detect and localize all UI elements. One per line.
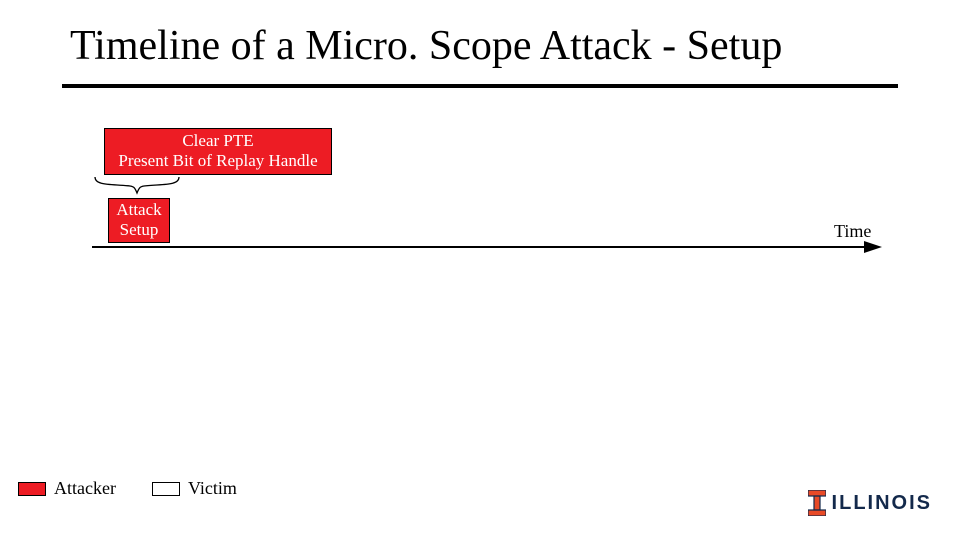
illinois-wordmark: ILLINOIS bbox=[832, 492, 932, 515]
slide-title: Timeline of a Micro. Scope Attack - Setu… bbox=[70, 22, 782, 70]
legend: Attacker Victim bbox=[18, 478, 237, 499]
legend-attacker-label: Attacker bbox=[54, 478, 116, 499]
phase-line1: Attack bbox=[111, 200, 167, 220]
phase-line2: Setup bbox=[111, 220, 167, 240]
timeline-axis bbox=[92, 239, 882, 255]
phase-attack-setup: Attack Setup bbox=[108, 198, 170, 243]
legend-victim-swatch bbox=[152, 482, 180, 496]
callout-line1: Clear PTE bbox=[109, 131, 327, 151]
callout-line2: Present Bit of Replay Handle bbox=[109, 151, 327, 171]
title-divider bbox=[62, 84, 898, 88]
legend-attacker-swatch bbox=[18, 482, 46, 496]
block-i-icon bbox=[808, 490, 826, 516]
callout-clear-pte: Clear PTE Present Bit of Replay Handle bbox=[104, 128, 332, 175]
illinois-logo: ILLINOIS bbox=[808, 490, 932, 516]
legend-victim-label: Victim bbox=[188, 478, 237, 499]
brace-icon bbox=[92, 174, 182, 196]
